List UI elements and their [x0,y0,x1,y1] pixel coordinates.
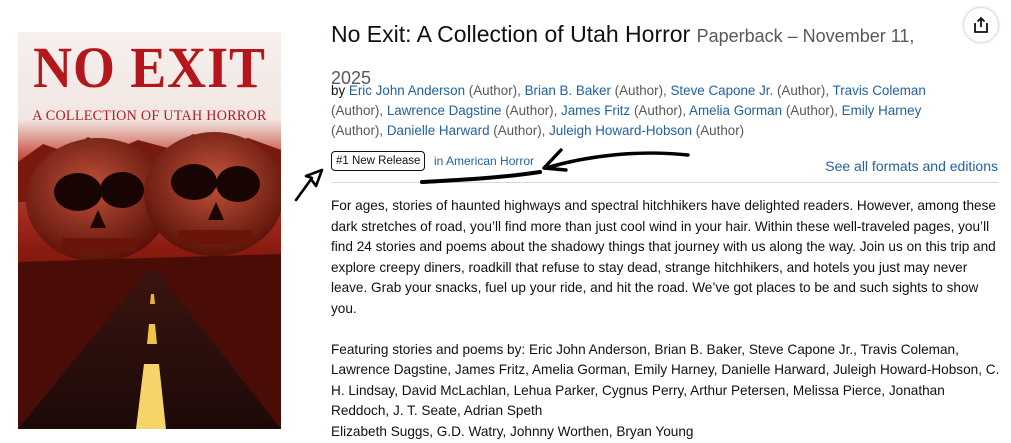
byline: by Eric John Anderson (Author), Brian B.… [331,83,926,138]
scribble-arrow-left [294,168,324,202]
author-link[interactable]: Amelia Gorman [689,103,782,118]
author-role: (Author) [695,123,745,138]
author-link[interactable]: Brian B. Baker [525,83,611,98]
author-role: (Author) [331,123,380,138]
share-button[interactable] [964,8,998,42]
scribble-arrow-head [542,148,568,172]
author-role: (Author) [785,103,835,118]
product-description: For ages, stories of haunted highways an… [331,196,1001,442]
author-link[interactable]: Emily Harney [842,103,922,118]
scribble-arrow-shaft [544,151,690,170]
author-role: (Author) [331,103,380,118]
description-contributors: Featuring stories and poems by: Eric Joh… [331,341,1000,419]
cover-title: NO EXIT [33,35,266,100]
product-title: No Exit: A Collection of Utah Horror [331,21,691,47]
badge-category-link[interactable]: in American Horror [434,154,534,168]
author-role: (Author) [614,83,664,98]
description-paragraph: For ages, stories of haunted highways an… [331,198,996,316]
author-role: (Author) [776,83,826,98]
author-link[interactable]: Lawrence Dagstine [387,103,502,118]
divider [331,182,998,183]
book-cover-image[interactable]: NO EXIT A COLLECTION OF UTAH HORROR [18,32,281,429]
description-contributors-continued: Elizabeth Suggs, G.D. Watry, Johnny Wort… [331,423,694,439]
author-role: (Author) [493,123,542,138]
author-link[interactable]: Steve Capone Jr. [670,83,773,98]
author-link[interactable]: Danielle Harward [387,123,490,138]
author-link[interactable]: Travis Coleman [833,83,926,98]
author-link[interactable]: Eric John Anderson [349,83,465,98]
see-all-formats-link[interactable]: See all formats and editions [825,158,998,174]
scribble-underline [420,170,542,184]
byline-prefix: by [331,83,346,98]
share-icon [974,16,988,33]
new-release-badge[interactable]: #1 New Release [331,151,426,171]
cover-subtitle: A COLLECTION OF UTAH HORROR [32,108,267,124]
author-link[interactable]: James Fritz [561,103,630,118]
author-role: (Author) [505,103,554,118]
author-role: (Author) [468,83,518,98]
author-role: (Author) [633,103,683,118]
author-link[interactable]: Juleigh Howard-Hobson [549,123,692,138]
